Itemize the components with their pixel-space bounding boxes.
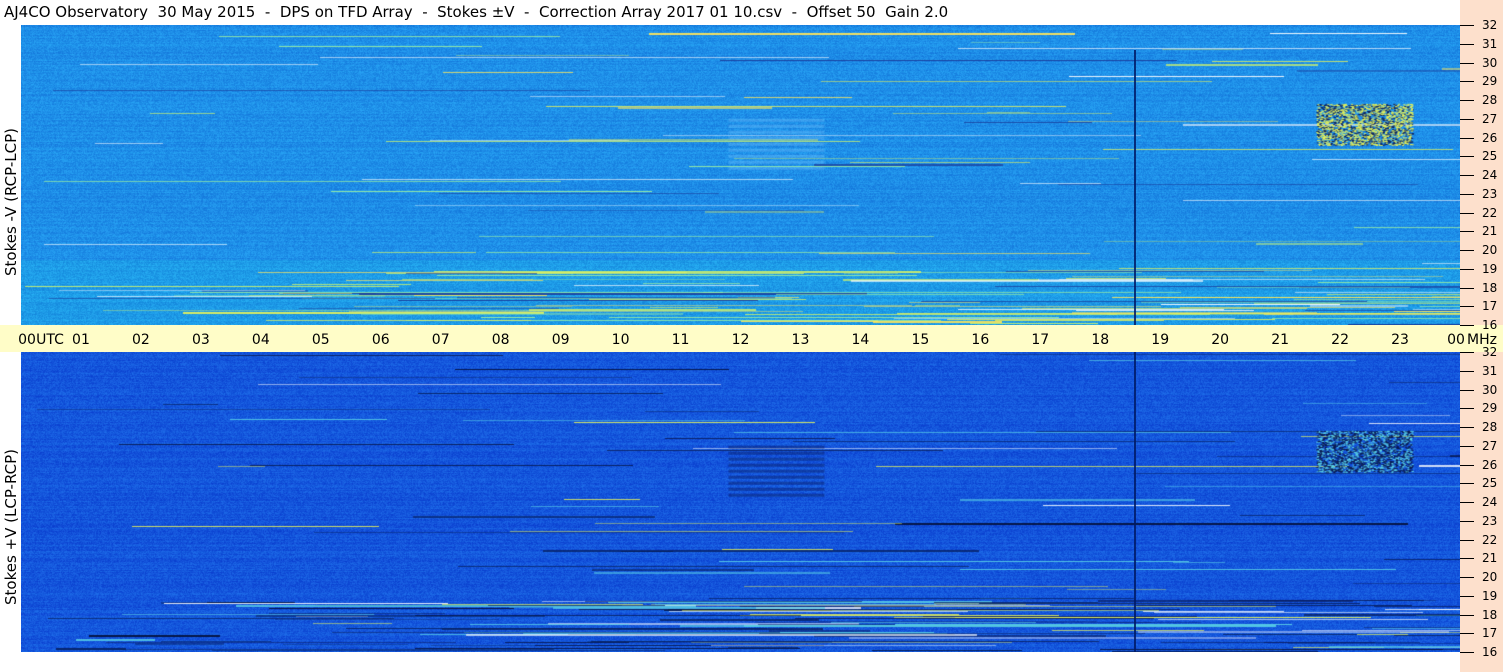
frequency-tick (1460, 521, 1474, 522)
frequency-tick (1460, 231, 1474, 232)
time-tick-label: 17 (1031, 332, 1050, 348)
frequency-tick-label: 32 (1482, 18, 1498, 32)
frequency-tick-label: 16 (1482, 645, 1498, 659)
time-tick-label: 12 (731, 332, 750, 348)
time-tick-label: 16 (971, 332, 990, 348)
frequency-tick (1460, 502, 1474, 503)
frequency-tick (1460, 213, 1474, 214)
frequency-tick (1460, 615, 1474, 616)
frequency-tick-label: 26 (1482, 457, 1498, 472)
y-axis-label-bottom: Stokes +V (LCP-RCP) (2, 449, 20, 605)
frequency-tick-label: 30 (1482, 382, 1498, 397)
frequency-tick-label: 24 (1482, 495, 1498, 509)
frequency-tick-label: 22 (1482, 205, 1498, 220)
stokes-plus-v-spectrogram (21, 352, 1460, 652)
frequency-tick (1460, 652, 1474, 653)
time-tick-label: 19 (1151, 332, 1170, 348)
frequency-tick-label: 19 (1482, 261, 1498, 276)
frequency-tick (1460, 250, 1474, 251)
time-tick-label: 00 (1447, 332, 1465, 348)
frequency-tick (1460, 558, 1474, 559)
time-tick-label: 20 (1211, 332, 1230, 348)
frequency-tick-label: 23 (1482, 513, 1498, 528)
frequency-tick (1460, 427, 1474, 428)
time-tick-label: 22 (1331, 332, 1349, 348)
frequency-tick-label: 29 (1482, 401, 1498, 416)
frequency-tick-label: 28 (1482, 420, 1498, 434)
frequency-tick-label: 31 (1482, 363, 1498, 378)
time-tick-label: 11 (671, 332, 690, 348)
time-tick-label: 07 (431, 332, 450, 348)
frequency-tick-label: 21 (1482, 551, 1498, 566)
frequency-tick (1460, 325, 1474, 326)
y-axis-label-top: Stokes -V (RCP-LCP) (2, 128, 20, 276)
time-tick-label: 01 (72, 332, 90, 348)
frequency-tick (1460, 81, 1474, 82)
frequency-tick (1460, 596, 1474, 597)
frequency-tick-label: 32 (1482, 345, 1498, 359)
frequency-tick (1460, 175, 1474, 176)
stokes-minus-v-spectrogram (21, 25, 1460, 325)
time-tick-label: 08 (491, 332, 510, 348)
frequency-tick-label: 31 (1482, 36, 1498, 51)
frequency-tick (1460, 100, 1474, 101)
frequency-tick (1460, 306, 1474, 307)
frequency-tick (1460, 288, 1474, 289)
time-tick-label: 21 (1271, 332, 1290, 348)
time-tick-label: 04 (251, 332, 270, 348)
time-tick-label: 18 (1091, 332, 1110, 348)
frequency-tick (1460, 194, 1474, 195)
frequency-tick (1460, 446, 1474, 447)
frequency-tick (1460, 352, 1474, 353)
time-tick-label: 00 (18, 332, 36, 348)
time-tick-label: 02 (131, 332, 150, 348)
frequency-tick-label: 21 (1482, 224, 1498, 239)
frequency-tick (1460, 483, 1474, 484)
time-tick-label: 13 (791, 332, 810, 348)
time-tick-label: 14 (851, 332, 870, 348)
frequency-tick (1460, 577, 1474, 578)
frequency-tick (1460, 63, 1474, 64)
frequency-tick-label: 16 (1482, 318, 1498, 332)
time-tick-label: 09 (551, 332, 570, 348)
time-tick-label: 05 (311, 332, 330, 348)
frequency-tick-label: 28 (1482, 93, 1498, 107)
frequency-tick-label: 29 (1482, 74, 1498, 89)
frequency-tick-label: 18 (1482, 607, 1498, 622)
frequency-tick-label: 17 (1482, 299, 1498, 314)
frequency-tick (1460, 390, 1474, 391)
frequency-tick-label: 20 (1482, 570, 1498, 584)
time-tick-label: 06 (371, 332, 390, 348)
time-tick-label: 15 (911, 332, 930, 348)
time-tick-label: 10 (611, 332, 630, 348)
frequency-tick (1460, 156, 1474, 157)
frequency-tick-label: 26 (1482, 130, 1498, 145)
frequency-tick-label: 27 (1482, 111, 1498, 126)
frequency-tick (1460, 269, 1474, 270)
frequency-tick-label: 27 (1482, 438, 1498, 453)
frequency-tick (1460, 633, 1474, 634)
frequency-tick (1460, 44, 1474, 45)
frequency-tick (1460, 119, 1474, 120)
chart-title: AJ4CO Observatory 30 May 2015 - DPS on T… (4, 3, 949, 21)
frequency-tick (1460, 371, 1474, 372)
frequency-tick-label: 17 (1482, 626, 1498, 641)
frequency-tick-label: 25 (1482, 149, 1498, 164)
time-unit-label: UTC (36, 332, 64, 348)
frequency-tick-label: 22 (1482, 532, 1498, 547)
time-tick-label: 03 (191, 332, 210, 348)
frequency-tick-label: 19 (1482, 588, 1498, 603)
frequency-tick-label: 18 (1482, 280, 1498, 295)
frequency-tick (1460, 138, 1474, 139)
frequency-tick-label: 23 (1482, 186, 1498, 201)
frequency-tick (1460, 408, 1474, 409)
frequency-tick-label: 25 (1482, 476, 1498, 491)
frequency-tick (1460, 25, 1474, 26)
time-tick-label: 23 (1391, 332, 1409, 348)
frequency-tick-label: 30 (1482, 55, 1498, 70)
frequency-tick (1460, 465, 1474, 466)
frequency-tick-label: 24 (1482, 168, 1498, 182)
frequency-tick (1460, 540, 1474, 541)
frequency-tick-label: 20 (1482, 243, 1498, 257)
